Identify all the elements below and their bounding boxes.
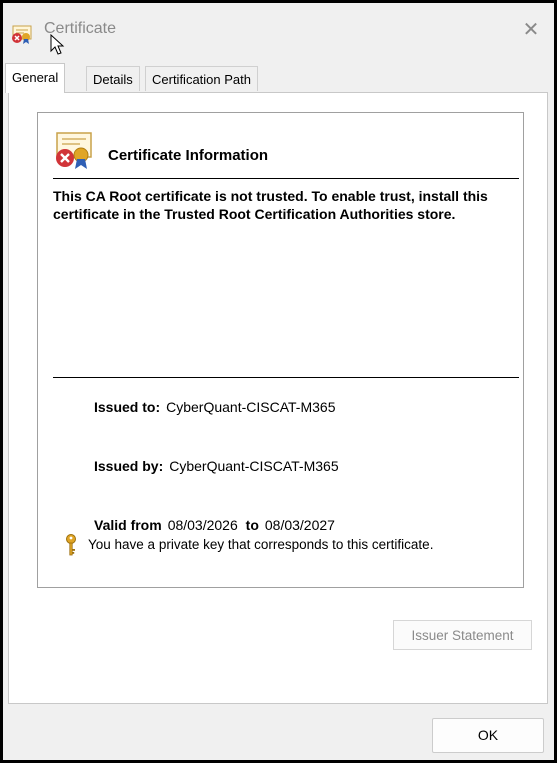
certificate-error-icon bbox=[12, 25, 32, 44]
tab-certification-path[interactable]: Certification Path bbox=[145, 66, 258, 91]
valid-from-value: 08/03/2026 bbox=[167, 517, 238, 533]
issued-to-label: Issued to: bbox=[94, 399, 161, 415]
mouse-cursor-icon bbox=[50, 34, 65, 55]
issued-to-value: CyberQuant-CISCAT-M365 bbox=[166, 399, 336, 415]
private-key-note: You have a private key that corresponds … bbox=[88, 537, 434, 552]
close-icon: ✕ bbox=[522, 19, 540, 41]
issued-by-row: Issued by: CyberQuant-CISCAT-M365 bbox=[94, 458, 339, 474]
certificate-dialog: Certificate ✕ General Details Certificat… bbox=[0, 0, 557, 763]
key-icon bbox=[66, 534, 76, 556]
ok-button[interactable]: OK bbox=[432, 718, 544, 753]
trust-warning-text: This CA Root certificate is not trusted.… bbox=[53, 188, 488, 222]
certificate-information-heading: Certificate Information bbox=[108, 147, 269, 164]
validity-row: Valid from 08/03/2026 to 08/03/2027 bbox=[94, 517, 335, 533]
issuer-statement-button[interactable]: Issuer Statement bbox=[393, 620, 532, 650]
tab-general[interactable]: General bbox=[5, 63, 66, 93]
issued-to-row: Issued to: CyberQuant-CISCAT-M365 bbox=[94, 399, 335, 415]
close-button[interactable]: ✕ bbox=[519, 18, 543, 42]
issued-by-label: Issued by: bbox=[94, 458, 164, 474]
certificate-error-icon bbox=[56, 132, 92, 169]
valid-to-label: to bbox=[245, 517, 259, 533]
valid-to-value: 08/03/2027 bbox=[264, 517, 335, 533]
title-bar[interactable]: Certificate ✕ bbox=[3, 3, 554, 59]
issued-by-value: CyberQuant-CISCAT-M365 bbox=[169, 458, 339, 474]
tab-strip: General Details Certification Path bbox=[3, 63, 554, 93]
heading-divider bbox=[53, 178, 519, 179]
certificate-information-box: Certificate Information This CA Root cer… bbox=[37, 112, 524, 588]
valid-from-label: Valid from bbox=[94, 517, 162, 533]
details-divider bbox=[53, 377, 519, 378]
tab-details[interactable]: Details bbox=[86, 66, 140, 91]
general-tab-panel: Certificate Information This CA Root cer… bbox=[8, 92, 548, 704]
